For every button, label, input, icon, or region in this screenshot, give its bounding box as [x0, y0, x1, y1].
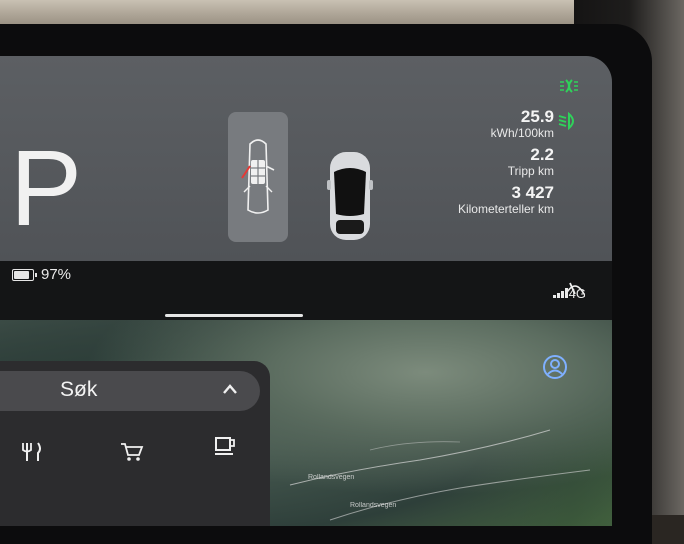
- cafe-icon[interactable]: [214, 435, 238, 457]
- battery-icon: [12, 268, 37, 281]
- network-label: 4G: [568, 286, 586, 301]
- battery-status: 97%: [12, 266, 71, 283]
- low-beam-icon: [558, 112, 574, 130]
- battery-percent: 97%: [41, 266, 72, 283]
- energy-value: 25.9: [520, 107, 554, 126]
- fog-light-icon: [560, 79, 578, 93]
- drawer-handle[interactable]: [165, 314, 303, 317]
- search-panel: Søk: [0, 361, 270, 526]
- signal-icon: [553, 288, 568, 298]
- gear-indicator: P: [10, 127, 83, 248]
- trip-stat: 2.2 Tripp km: [458, 145, 554, 179]
- display: P 97% 25.9 kWh/100km 2.2 Tripp km 3 427 …: [0, 56, 612, 526]
- road-label: Rollandsvegen: [308, 474, 355, 481]
- energy-stat: 25.9 kWh/100km: [458, 107, 554, 141]
- profile-icon[interactable]: [542, 354, 568, 380]
- energy-label: kWh/100km: [490, 126, 554, 140]
- door-view-card[interactable]: [228, 112, 288, 242]
- car-status-panel: P 97% 25.9 kWh/100km 2.2 Tripp km 3 427 …: [0, 56, 612, 295]
- odometer-label: Kilometerteller km: [457, 202, 554, 216]
- odometer-stat: 3 427 Kilometerteller km: [457, 183, 554, 217]
- shopping-cart-icon[interactable]: [120, 441, 144, 463]
- chevron-up-icon[interactable]: [222, 383, 238, 395]
- odometer-value: 3 427: [511, 183, 554, 202]
- search-label: Søk: [60, 378, 98, 401]
- search-bar[interactable]: Søk: [0, 371, 260, 411]
- road-label: Rollandsvegen: [350, 502, 397, 509]
- trip-label: Tripp km: [507, 164, 554, 178]
- car-top-view-icon: [327, 152, 373, 240]
- open-door-car-icon: [241, 139, 275, 214]
- trip-value: 2.2: [530, 145, 554, 164]
- trip-stats: 25.9 kWh/100km 2.2 Tripp km 3 427 Kilome…: [458, 108, 554, 222]
- restaurant-icon[interactable]: [22, 441, 46, 463]
